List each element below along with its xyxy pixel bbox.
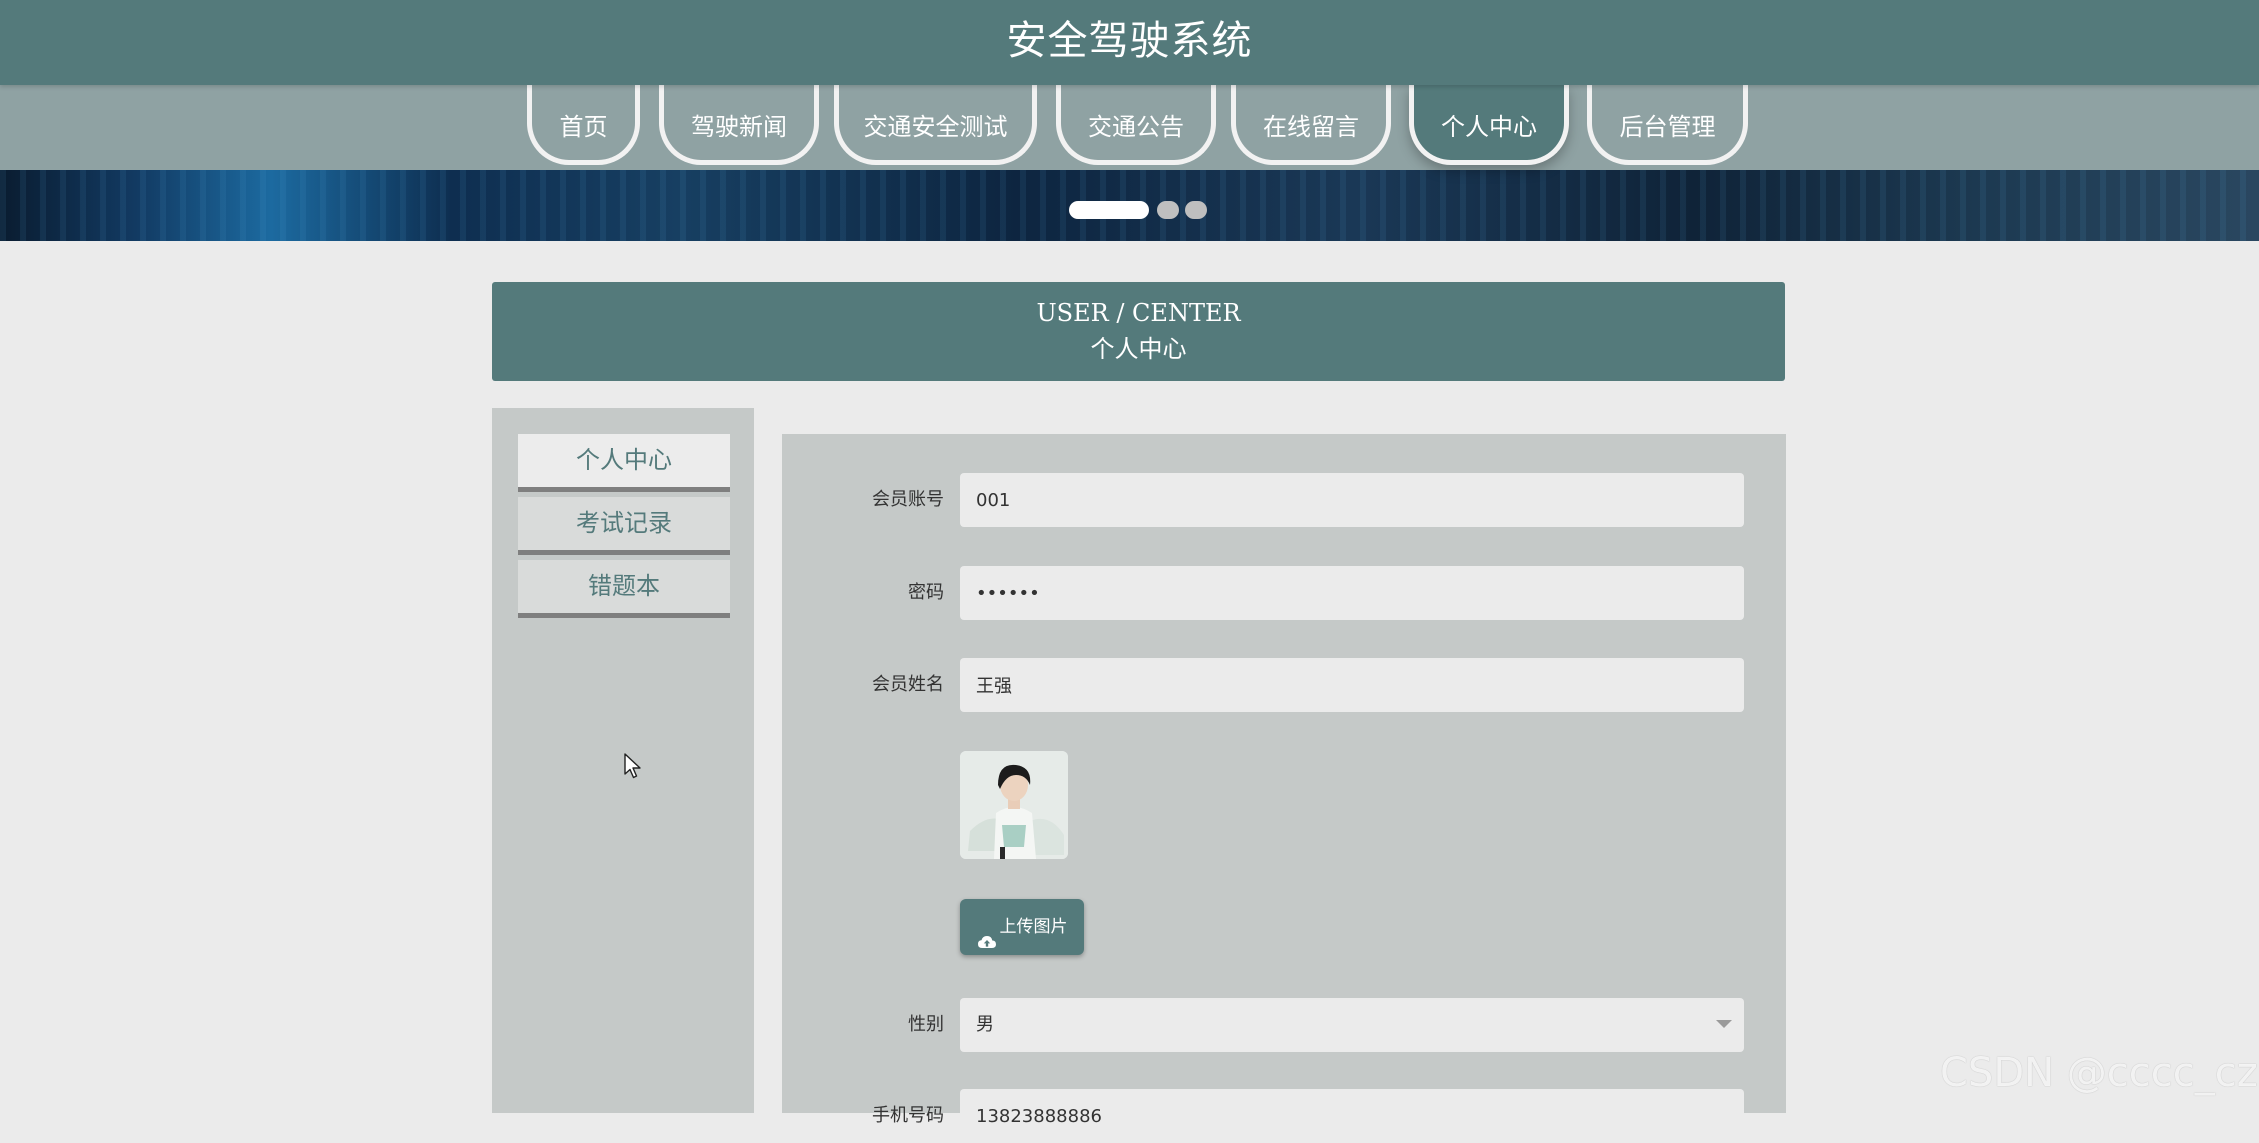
site-title: 安全驾驶系统 — [1006, 18, 1253, 64]
section-title-box: USER / CENTER 个人中心 — [492, 282, 1785, 381]
nav-item-home[interactable]: 首页 — [527, 85, 640, 165]
sidebar-item-personal-center[interactable]: 个人中心 — [518, 434, 730, 492]
chevron-down-icon — [1716, 1020, 1732, 1028]
nav-item-driving-news[interactable]: 驾驶新闻 — [659, 85, 819, 165]
name-input[interactable] — [960, 658, 1744, 712]
mouse-cursor-icon — [624, 753, 642, 779]
carousel-dot-1[interactable] — [1069, 201, 1149, 219]
phone-label: 手机号码 — [872, 1105, 944, 1126]
watermark-text: CSDN @cccc_cz — [1940, 1050, 2258, 1096]
carousel-dot-3[interactable] — [1185, 201, 1207, 219]
sidebar-item-wrong-questions[interactable]: 错题本 — [518, 560, 730, 618]
avatar-image — [960, 751, 1068, 859]
sidebar-item-exam-records[interactable]: 考试记录 — [518, 497, 730, 555]
password-label: 密码 — [908, 582, 944, 603]
nav-item-traffic-notice[interactable]: 交通公告 — [1056, 85, 1216, 165]
carousel-dot-2[interactable] — [1157, 201, 1179, 219]
upload-image-button[interactable]: 上传图片 — [960, 899, 1084, 955]
gender-select[interactable]: 男 — [960, 998, 1744, 1052]
gender-label: 性别 — [908, 1014, 944, 1035]
account-label: 会员账号 — [872, 489, 944, 510]
section-title-en: USER / CENTER — [1036, 299, 1241, 327]
name-label: 会员姓名 — [872, 674, 944, 695]
profile-form: 会员账号 密码 会员姓名 上传图片 性别 男 手机号码 — [782, 434, 1786, 1143]
user-sidebar: 个人中心 考试记录 错题本 — [492, 408, 754, 1113]
nav-item-personal-center[interactable]: 个人中心 — [1409, 85, 1569, 165]
gender-selected-value: 男 — [976, 1014, 994, 1035]
main-nav: 首页 驾驶新闻 交通安全测试 交通公告 在线留言 个人中心 后台管理 — [0, 85, 2259, 170]
phone-input[interactable] — [960, 1089, 1744, 1143]
account-input[interactable] — [960, 473, 1744, 527]
carousel-indicators — [1066, 198, 1216, 224]
banner-carousel — [0, 170, 2259, 241]
nav-item-online-message[interactable]: 在线留言 — [1231, 85, 1391, 165]
site-header: 安全驾驶系统 — [0, 0, 2259, 85]
cloud-upload-icon — [977, 917, 997, 948]
nav-item-admin[interactable]: 后台管理 — [1587, 85, 1748, 165]
section-title-cn: 个人中心 — [1090, 335, 1187, 363]
nav-item-traffic-safety-test[interactable]: 交通安全测试 — [834, 85, 1037, 165]
password-input[interactable] — [960, 566, 1744, 620]
